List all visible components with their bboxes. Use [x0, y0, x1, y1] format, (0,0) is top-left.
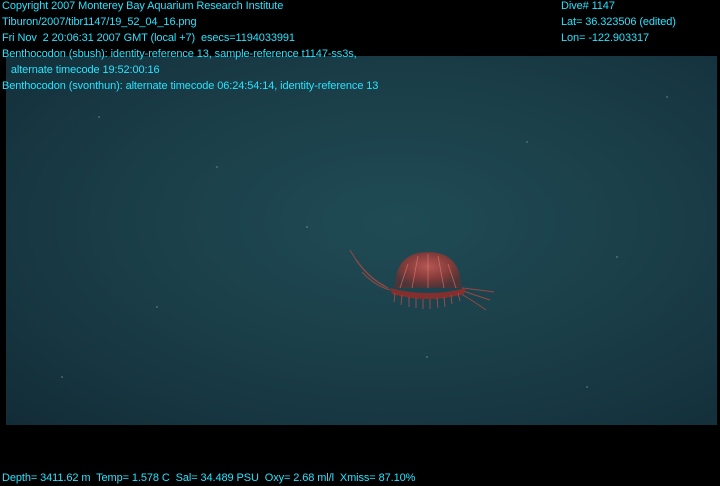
latitude-text: Lat= 36.323506 (edited)	[561, 16, 676, 28]
annotation-sbush-timecode-text: alternate timecode 19:52:00:16	[2, 64, 160, 76]
marine-snow-particle	[666, 96, 668, 98]
marine-snow-particle	[306, 226, 308, 228]
datetime-text: Fri Nov 2 20:06:31 2007 GMT (local +7) e…	[2, 32, 295, 44]
longitude-text: Lon= -122.903317	[561, 32, 650, 44]
marine-snow-particle	[156, 306, 158, 308]
marine-snow-particle	[526, 141, 528, 143]
dive-number-text: Dive# 1147	[561, 0, 615, 12]
marine-snow-particle	[426, 356, 428, 358]
annotation-sbush-text: Benthocodon (sbush): identity-reference …	[2, 48, 357, 60]
annotation-svonthun-text: Benthocodon (svonthun): alternate timeco…	[2, 80, 379, 92]
jellyfish-benthocodon	[349, 249, 495, 311]
copyright-text: Copyright 2007 Monterey Bay Aquarium Res…	[2, 0, 284, 12]
marine-snow-particle	[586, 386, 588, 388]
screenshot-frame: Copyright 2007 Monterey Bay Aquarium Res…	[0, 0, 720, 486]
marine-snow-particle	[216, 166, 218, 168]
marine-snow-particle	[61, 376, 63, 378]
marine-snow-particle	[616, 256, 618, 258]
telemetry-text: Depth= 3411.62 m Temp= 1.578 C Sal= 34.4…	[2, 472, 416, 484]
marine-snow-particle	[98, 116, 100, 118]
file-path-text: Tiburon/2007/tibr1147/19_52_04_16.png	[2, 16, 197, 28]
